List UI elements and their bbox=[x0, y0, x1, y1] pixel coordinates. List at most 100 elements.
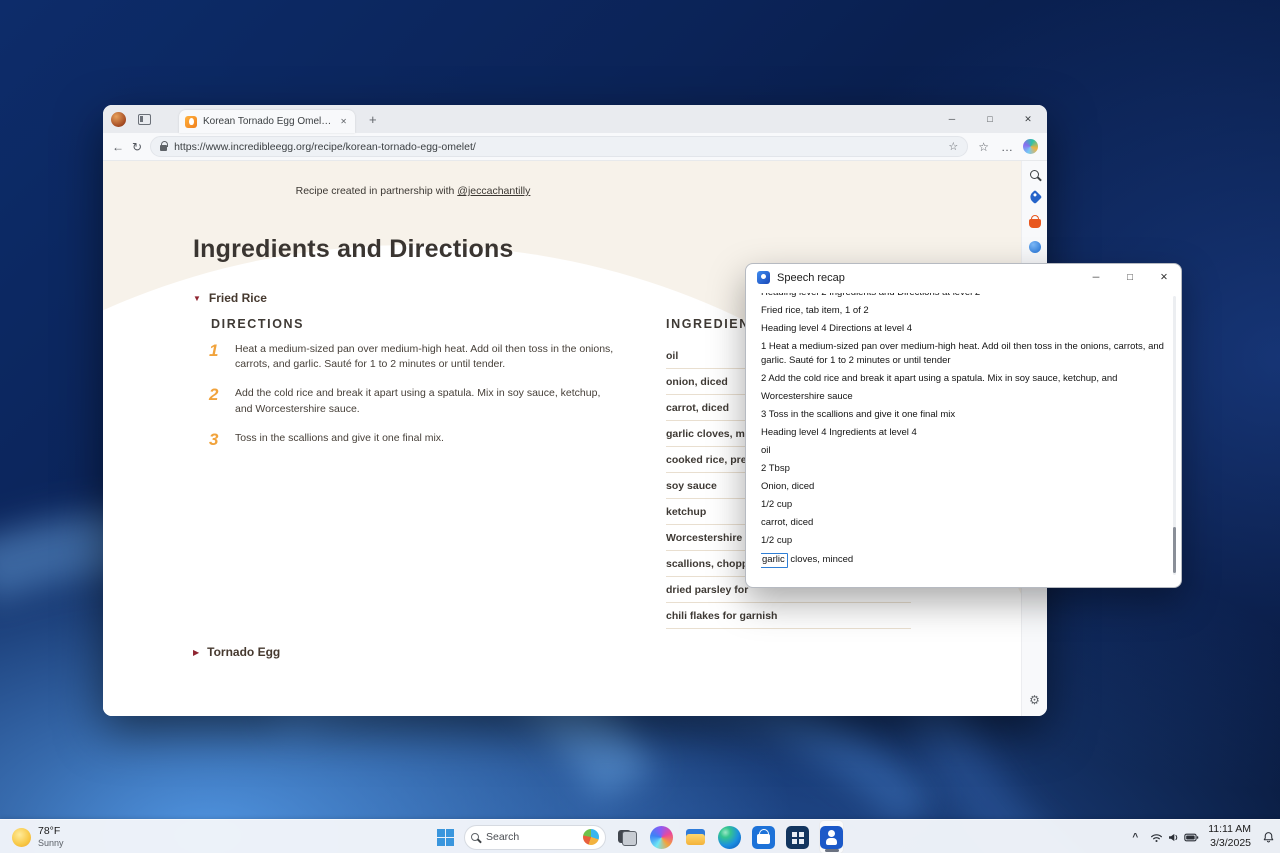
office-button[interactable] bbox=[785, 820, 810, 853]
taskbar-search[interactable]: Search bbox=[464, 825, 606, 850]
sidebar-shopping-tag-icon[interactable] bbox=[1027, 190, 1041, 204]
section-fried-rice[interactable]: ▼ Fried Rice bbox=[193, 291, 267, 305]
more-options-icon[interactable]: … bbox=[999, 140, 1015, 154]
spoken-word-highlight: garlic bbox=[761, 553, 788, 568]
step-text: Toss in the scallions and give it one fi… bbox=[235, 431, 617, 448]
narrator-icon bbox=[757, 271, 770, 284]
search-label: Search bbox=[486, 831, 519, 843]
chevron-right-icon: ▶ bbox=[193, 648, 199, 657]
section-tornado-egg[interactable]: ▶ Tornado Egg bbox=[193, 645, 280, 659]
speech-line: 1/2 cup bbox=[761, 499, 1171, 512]
office-icon bbox=[786, 826, 809, 849]
minimize-button[interactable]: ─ bbox=[933, 105, 971, 133]
site-favicon-icon bbox=[185, 116, 197, 128]
search-icon bbox=[471, 833, 479, 841]
weather-widget[interactable]: 78°F Sunny bbox=[2, 820, 74, 853]
window-controls: ─ □ ✕ bbox=[933, 105, 1047, 133]
copilot-icon[interactable] bbox=[1023, 139, 1038, 154]
start-button[interactable] bbox=[436, 820, 455, 853]
hidden-icons-chevron[interactable]: ^ bbox=[1129, 832, 1141, 843]
speech-line: Heading level 4 Directions at level 4 bbox=[761, 323, 1171, 336]
store-button[interactable] bbox=[751, 820, 776, 853]
clock-date[interactable]: 11:11 AM 3/3/2025 bbox=[1208, 823, 1251, 850]
refresh-icon[interactable]: ↻ bbox=[132, 140, 142, 154]
partnership-link[interactable]: @jeccachantilly bbox=[457, 185, 530, 197]
sidebar-tools-icon[interactable] bbox=[1029, 241, 1041, 253]
file-explorer-button[interactable] bbox=[683, 820, 708, 853]
chevron-down-icon: ▼ bbox=[193, 294, 201, 303]
speech-recap-window-controls: ─ □ ✕ bbox=[1079, 264, 1181, 291]
speech-recap-window: Speech recap ─ □ ✕ Heading level 2 Ingre… bbox=[745, 263, 1182, 588]
minimize-button[interactable]: ─ bbox=[1079, 264, 1113, 291]
speech-line: 1 Heat a medium-sized pan over medium-hi… bbox=[761, 341, 1171, 354]
tab-title: Korean Tornado Egg Omelet - ... bbox=[203, 116, 332, 127]
close-button[interactable]: ✕ bbox=[1009, 105, 1047, 133]
narrator-button[interactable] bbox=[819, 820, 844, 853]
ingredient-row: chili flakes for garnish bbox=[666, 603, 911, 629]
step-number: 1 bbox=[209, 342, 222, 372]
notification-bell-icon[interactable] bbox=[1262, 831, 1275, 844]
sun-icon bbox=[12, 828, 31, 847]
direction-step: 2 Add the cold rice and break it apart u… bbox=[209, 386, 629, 416]
direction-step: 1 Heat a medium-sized pan over medium-hi… bbox=[209, 342, 629, 372]
speech-line: Onion, diced bbox=[761, 481, 1171, 494]
speech-line: Fried rice, tab item, 1 of 2 bbox=[761, 305, 1171, 318]
browser-titlebar: Korean Tornado Egg Omelet - ... ✕ + ─ □ … bbox=[103, 105, 1047, 133]
directions-list: 1 Heat a medium-sized pan over medium-hi… bbox=[209, 342, 629, 462]
task-view-icon bbox=[616, 826, 639, 849]
speech-line: garlic. Sauté for 1 to 2 minutes or unti… bbox=[761, 355, 1171, 368]
maximize-button[interactable]: □ bbox=[971, 105, 1009, 133]
tray-status-icons[interactable] bbox=[1150, 831, 1199, 844]
wifi-icon bbox=[1150, 831, 1163, 844]
scrollbar-thumb[interactable] bbox=[1173, 527, 1176, 573]
volume-icon bbox=[1167, 831, 1180, 844]
edge-icon bbox=[718, 826, 741, 849]
copilot-button[interactable] bbox=[649, 820, 674, 853]
sidebar-search-icon[interactable] bbox=[1030, 170, 1039, 179]
windows-logo-icon bbox=[437, 829, 454, 846]
speech-line: 1/2 cup bbox=[761, 535, 1171, 548]
step-text: Heat a medium-sized pan over medium-high… bbox=[235, 342, 617, 372]
favorites-icon[interactable]: ☆ bbox=[976, 140, 991, 154]
speech-line-current: garlic cloves, minced bbox=[761, 553, 1171, 568]
profile-avatar[interactable] bbox=[111, 112, 126, 127]
browser-toolbar: ← ↻ https://www.incredibleegg.org/recipe… bbox=[103, 133, 1047, 161]
sidebar-basket-icon[interactable] bbox=[1029, 219, 1041, 228]
address-bar[interactable]: https://www.incredibleegg.org/recipe/kor… bbox=[150, 136, 968, 157]
file-explorer-icon bbox=[684, 826, 707, 849]
step-number: 2 bbox=[209, 386, 222, 416]
speech-line-rest: cloves, minced bbox=[788, 554, 853, 565]
url-text[interactable]: https://www.incredibleegg.org/recipe/kor… bbox=[174, 141, 941, 153]
edge-button[interactable] bbox=[717, 820, 742, 853]
browser-tab[interactable]: Korean Tornado Egg Omelet - ... ✕ bbox=[179, 110, 355, 133]
narrator-app-icon bbox=[820, 826, 843, 849]
tab-actions-icon[interactable] bbox=[138, 114, 151, 125]
speech-line: 2 Add the cold rice and break it apart u… bbox=[761, 373, 1171, 386]
tray-date: 3/3/2025 bbox=[1208, 837, 1251, 851]
weather-temp: 78°F bbox=[38, 825, 64, 838]
speech-line: Heading level 2 Ingredients and Directio… bbox=[761, 293, 1171, 300]
tray-time: 11:11 AM bbox=[1208, 823, 1251, 837]
speech-line: oil bbox=[761, 445, 1171, 458]
section-fried-rice-label: Fried Rice bbox=[209, 291, 267, 305]
settings-gear-icon[interactable]: ⚙ bbox=[1029, 693, 1040, 707]
speech-line: 2 Tbsp bbox=[761, 463, 1171, 476]
tab-close-icon[interactable]: ✕ bbox=[338, 115, 349, 128]
site-info-lock-icon[interactable] bbox=[160, 145, 167, 151]
store-icon bbox=[752, 826, 775, 849]
directions-heading: DIRECTIONS bbox=[211, 317, 304, 331]
taskbar-center: Search bbox=[436, 820, 844, 853]
speech-line: 3 Toss in the scallions and give it one … bbox=[761, 409, 1171, 422]
back-icon[interactable]: ← bbox=[112, 140, 124, 154]
battery-icon bbox=[1184, 831, 1199, 844]
taskbar: 78°F Sunny Search ^ 11:11 AM bbox=[0, 819, 1280, 853]
partnership-note: Recipe created in partnership with @jecc… bbox=[193, 185, 633, 197]
step-text: Add the cold rice and break it apart usi… bbox=[235, 386, 617, 416]
speech-line: Worcestershire sauce bbox=[761, 391, 1171, 404]
maximize-button[interactable]: □ bbox=[1113, 264, 1147, 291]
new-tab-button[interactable]: + bbox=[365, 112, 381, 127]
task-view-button[interactable] bbox=[615, 820, 640, 853]
partnership-text: Recipe created in partnership with bbox=[296, 185, 458, 197]
bookmark-star-icon[interactable]: ☆ bbox=[948, 140, 958, 153]
close-button[interactable]: ✕ bbox=[1147, 264, 1181, 291]
